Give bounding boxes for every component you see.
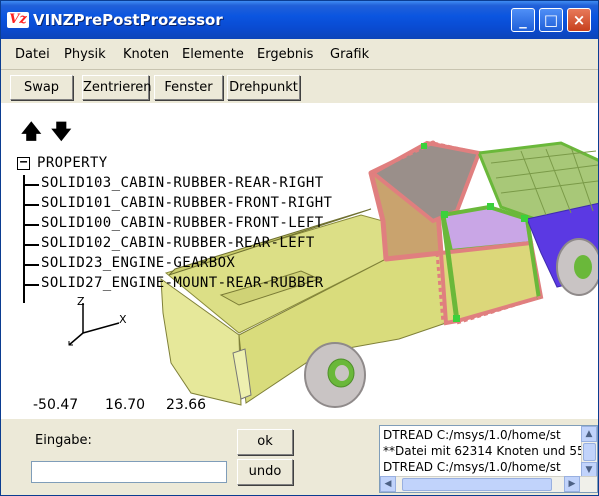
undo-button[interactable]: undo	[237, 459, 293, 485]
axis-z-label: Z	[77, 295, 85, 308]
vertical-scroll-thumb[interactable]	[583, 443, 596, 461]
menu-elemente[interactable]: Elemente	[182, 47, 244, 62]
close-icon: ×	[572, 11, 586, 29]
app-logo-icon: Vz	[7, 12, 29, 28]
axis-triad-icon: Z X	[68, 295, 127, 346]
coordinate-y: 16.70	[105, 397, 146, 413]
log-line: **Datei mit 62314 Knoten und 55	[383, 444, 585, 458]
command-panel: Eingabe: ok undo DTREAD C:/msys/1.0/home…	[1, 419, 598, 495]
tree-item-label: SOLID100_CABIN-RUBBER-FRONT-LEFT	[41, 215, 324, 231]
maximize-button[interactable]: □	[539, 8, 563, 32]
tree-item-label: SOLID103_CABIN-RUBBER-REAR-RIGHT	[41, 175, 324, 191]
collapse-toggle-icon[interactable]: −	[17, 156, 30, 170]
window-title: VINZPrePostProzessor	[33, 11, 223, 29]
menu-bar: Datei Physik Knoten Elemente Ergebnis Gr…	[1, 40, 598, 70]
tree-item-label: SOLID23_ENGINE-GEARBOX	[41, 255, 236, 271]
tree-root-label: PROPERTY	[37, 155, 108, 171]
fenster-button[interactable]: Fenster	[154, 75, 223, 100]
menu-datei[interactable]: Datei	[15, 47, 50, 62]
input-label: Eingabe:	[35, 433, 92, 448]
ok-button[interactable]: ok	[237, 429, 293, 455]
log-output[interactable]: DTREAD C:/msys/1.0/home/st **Datei mit 6…	[379, 425, 598, 493]
toolbar: Swap Zentrieren Fenster Drehpunkt	[1, 71, 598, 103]
swap-button[interactable]: Swap	[10, 75, 73, 100]
rear-hub-center	[335, 365, 349, 381]
arrow-down-icon[interactable]: 🡇	[51, 121, 72, 141]
menu-ergebnis[interactable]: Ergebnis	[257, 47, 313, 62]
command-input[interactable]	[31, 461, 227, 483]
scroll-right-icon[interactable]: ▶	[564, 476, 580, 492]
scroll-up-icon[interactable]: ▲	[581, 426, 597, 442]
log-line: DTREAD C:/msys/1.0/home/st	[383, 460, 561, 474]
horizontal-scrollbar[interactable]: ◀ ▶	[380, 476, 597, 492]
front-hub	[574, 255, 592, 279]
minimize-icon: _	[519, 11, 527, 29]
arrow-up-icon[interactable]: 🡅	[21, 121, 42, 141]
scroll-left-icon[interactable]: ◀	[380, 476, 396, 492]
horizontal-scroll-thumb[interactable]	[402, 478, 552, 491]
coordinate-x: -50.47	[33, 397, 79, 413]
menu-knoten[interactable]: Knoten	[123, 47, 169, 62]
tree-item-label: SOLID102_CABIN-RUBBER-REAR-LEFT	[41, 235, 315, 251]
close-button[interactable]: ×	[567, 8, 591, 32]
zentrieren-button[interactable]: Zentrieren	[82, 75, 152, 100]
vertical-scrollbar[interactable]: ▲ ▼	[581, 426, 597, 478]
menu-grafik[interactable]: Grafik	[330, 47, 369, 62]
graphics-viewport[interactable]: 🡅 🡇 − PROPERTY SOLID103_CABIN-RUBBER-REA…	[1, 103, 598, 419]
coordinate-z: 23.66	[166, 397, 207, 413]
minimize-button[interactable]: _	[511, 8, 535, 32]
axis-x-label: X	[119, 313, 127, 326]
maximize-icon: □	[543, 11, 559, 29]
title-bar[interactable]: Vz VINZPrePostProzessor _ □ ×	[1, 1, 598, 39]
main-window: Vz VINZPrePostProzessor _ □ × Datei Phys…	[0, 0, 599, 496]
tree-item-label: SOLID101_CABIN-RUBBER-FRONT-RIGHT	[41, 195, 333, 211]
tree-item-label: SOLID27_ENGINE-MOUNT-REAR-RUBBER	[41, 275, 324, 291]
drehpunkt-button[interactable]: Drehpunkt	[227, 75, 300, 100]
log-line: DTREAD C:/msys/1.0/home/st	[383, 428, 561, 442]
menu-physik[interactable]: Physik	[64, 47, 106, 62]
